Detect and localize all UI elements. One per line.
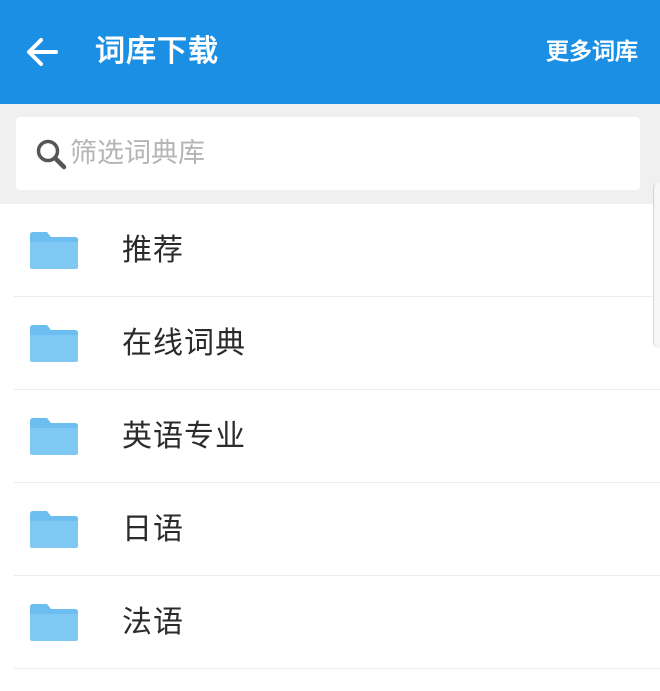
folder-icon [30, 232, 78, 269]
scroll-handle[interactable] [653, 182, 660, 348]
search-box[interactable] [16, 117, 640, 190]
list-item-japanese[interactable]: 日语 [0, 483, 660, 576]
arrow-left-icon [27, 38, 58, 66]
search-icon [36, 139, 67, 170]
folder-icon [30, 511, 78, 548]
list-item-label: 英语专业 [122, 419, 246, 454]
list-item-french[interactable]: 法语 [0, 576, 660, 669]
search-input[interactable] [70, 131, 610, 175]
app-bar: 词库下载 更多词库 [0, 0, 660, 104]
folder-icon [30, 604, 78, 641]
list-item-label: 法语 [122, 605, 184, 640]
list-item-label: 日语 [122, 512, 184, 547]
list-item-english-professional[interactable]: 英语专业 [0, 390, 660, 483]
folder-icon [30, 325, 78, 362]
more-dictionaries-button[interactable]: 更多词库 [546, 30, 638, 74]
page-title: 词库下载 [95, 34, 219, 69]
list-item-online-dictionary[interactable]: 在线词典 [0, 297, 660, 390]
list-item-label: 推荐 [122, 233, 184, 268]
folder-icon [30, 418, 78, 455]
dictionary-category-list: 推荐 在线词典 英语专业 日语 法语 [0, 204, 660, 691]
list-item-recommended[interactable]: 推荐 [0, 204, 660, 297]
back-button[interactable] [20, 30, 64, 74]
search-bar [0, 104, 660, 204]
list-item-label: 在线词典 [122, 326, 246, 361]
divider [14, 668, 660, 669]
